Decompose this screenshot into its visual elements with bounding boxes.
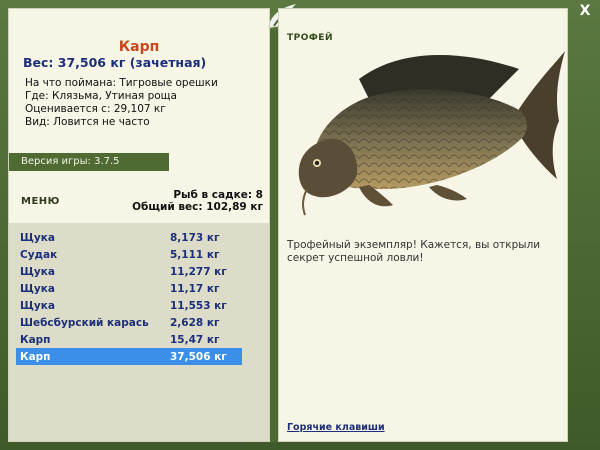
panel-divider <box>270 30 278 442</box>
list-item-weight: 11,277 кг <box>170 265 227 278</box>
list-item-name: Карп <box>20 350 51 363</box>
catch-list-area: Щука 8,173 кг Судак 5,111 кг Щука 11,277… <box>9 223 269 441</box>
total-weight: Общий вес: 102,89 кг <box>132 201 263 213</box>
list-item-weight: 11,17 кг <box>170 282 220 295</box>
list-item[interactable]: Судак 5,111 кг <box>16 246 242 263</box>
list-item-selected[interactable]: Карп 37,506 кг <box>16 348 242 365</box>
list-item-name: Щука <box>20 231 55 244</box>
list-item-weight: 11,553 кг <box>170 299 227 312</box>
trophy-panel: ТРОФЕЙ Трофейный экземпляр! Кажется, вы … <box>278 8 568 442</box>
list-item-weight: 5,111 кг <box>170 248 220 261</box>
fish-info: Карп Вес: 37,506 кг (зачетная) На что по… <box>9 9 269 149</box>
list-item-weight: 37,506 кг <box>170 350 227 363</box>
detail-location: Где: Клязьма, Утиная роща <box>25 90 177 102</box>
keepnet-stats: Рыб в садке: 8 Общий вес: 102,89 кг <box>132 189 263 213</box>
list-item-weight: 15,47 кг <box>170 333 220 346</box>
list-item-name: Щука <box>20 299 55 312</box>
list-item[interactable]: Шебсбурский карась 2,628 кг <box>16 314 242 331</box>
fish-count: Рыб в садке: 8 <box>173 189 263 201</box>
list-item[interactable]: Щука 11,17 кг <box>16 280 242 297</box>
fish-name: Карп <box>118 39 160 55</box>
list-item-weight: 8,173 кг <box>170 231 220 244</box>
game-version: Версия игры: 3.7.5 <box>9 153 169 171</box>
list-item-name: Шебсбурский карась <box>20 316 149 329</box>
fish-weight: Вес: 37,506 кг (зачетная) <box>23 55 207 70</box>
catch-details-panel: Карп Вес: 37,506 кг (зачетная) На что по… <box>8 8 270 442</box>
close-button[interactable]: X <box>576 2 594 20</box>
list-item[interactable]: Щука 11,277 кг <box>16 263 242 280</box>
detail-evaluated: Оценивается с: 29,107 кг <box>25 103 166 115</box>
list-item-name: Карп <box>20 333 51 346</box>
list-item[interactable]: Щука 11,553 кг <box>16 297 242 314</box>
detail-bait: На что поймана: Тигровые орешки <box>25 77 218 89</box>
catch-list: Щука 8,173 кг Судак 5,111 кг Щука 11,277… <box>16 229 242 365</box>
carp-image <box>298 51 565 216</box>
list-item-name: Судак <box>20 248 58 261</box>
detail-rarity: Вид: Ловится не часто <box>25 116 150 128</box>
list-item-name: Щука <box>20 282 55 295</box>
list-item[interactable]: Карп 15,47 кг <box>16 331 242 348</box>
list-item[interactable]: Щука 8,173 кг <box>16 229 242 246</box>
menu-button[interactable]: МЕНЮ <box>21 196 60 207</box>
hotkeys-link[interactable]: Горячие клавиши <box>287 422 385 433</box>
list-item-name: Щука <box>20 265 55 278</box>
list-item-weight: 2,628 кг <box>170 316 220 329</box>
trophy-text: Трофейный экземпляр! Кажется, вы открыли… <box>287 239 541 264</box>
